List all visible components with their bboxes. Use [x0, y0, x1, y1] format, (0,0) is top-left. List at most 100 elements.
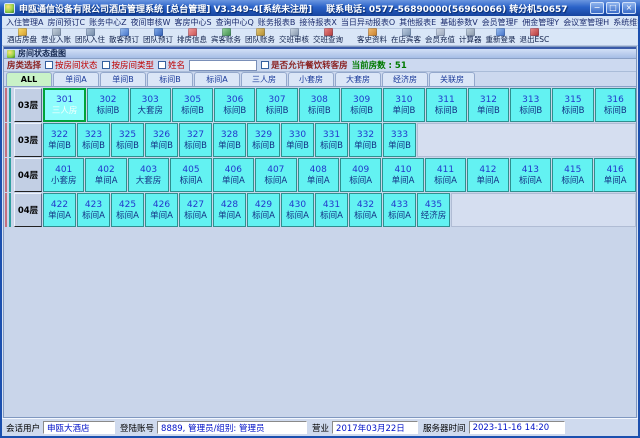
room-cell-407[interactable]: 407标间A: [255, 158, 296, 192]
tab-单间A[interactable]: 单间A: [53, 72, 99, 86]
room-assign-button[interactable]: 排房信息: [176, 28, 208, 44]
floor-label-4[interactable]: 04层: [14, 193, 42, 227]
hotel-rooms-board-button[interactable]: 酒店房盘: [6, 28, 38, 44]
room-cell-310[interactable]: 310单间B: [383, 88, 424, 122]
calculator-button[interactable]: 计算器: [458, 28, 483, 44]
allow-transfer-checkbox-group[interactable]: 是否允许餐饮转客房: [261, 59, 348, 71]
tab-三人房[interactable]: 三人房: [241, 72, 287, 86]
room-cell-412[interactable]: 412单间A: [467, 158, 508, 192]
allow-transfer-checkbox[interactable]: [261, 61, 269, 69]
business-income-button[interactable]: 营业入账: [40, 28, 72, 44]
inhouse-guest-button[interactable]: 在店宾客: [390, 28, 422, 44]
room-cell-309[interactable]: 309标间B: [341, 88, 382, 122]
room-cell-430[interactable]: 430标间A: [281, 193, 314, 227]
floor-label-3[interactable]: 04层: [14, 158, 42, 192]
menu-item-1[interactable]: 入住管理A: [4, 17, 45, 28]
menu-item-7[interactable]: 账务报表B: [256, 17, 298, 28]
room-cell-311[interactable]: 311标间B: [426, 88, 467, 122]
tab-单间B[interactable]: 单间B: [100, 72, 146, 86]
menu-item-13[interactable]: 佣金管理Y: [520, 17, 561, 28]
member-recharge-button[interactable]: 会员充值: [424, 28, 456, 44]
group-billing-button[interactable]: 团队账务: [244, 28, 276, 44]
room-cell-316[interactable]: 316标间B: [595, 88, 636, 122]
shift-audit-button[interactable]: 交班审核: [278, 28, 310, 44]
room-cell-426[interactable]: 426单间A: [145, 193, 178, 227]
room-cell-427[interactable]: 427标间A: [179, 193, 212, 227]
exit-button[interactable]: 退出ESC: [519, 28, 551, 44]
relogin-button[interactable]: 重新登录: [485, 28, 517, 44]
room-cell-402[interactable]: 402单间A: [85, 158, 126, 192]
room-cell-423[interactable]: 423标间A: [77, 193, 110, 227]
room-cell-333[interactable]: 333单间B: [383, 123, 416, 157]
menu-item-9[interactable]: 当日异动报表O: [339, 17, 397, 28]
menu-item-11[interactable]: 基础参数V: [438, 17, 479, 28]
room-cell-411[interactable]: 411标间A: [425, 158, 466, 192]
room-cell-415[interactable]: 415标间A: [552, 158, 593, 192]
room-cell-405[interactable]: 405标间A: [170, 158, 211, 192]
by-status-checkbox-group[interactable]: 按房间状态: [45, 59, 98, 71]
maximize-button[interactable]: □: [606, 2, 620, 14]
room-cell-326[interactable]: 326单间B: [145, 123, 178, 157]
tab-标间B[interactable]: 标间B: [147, 72, 193, 86]
room-cell-329[interactable]: 329标间B: [247, 123, 280, 157]
room-cell-307[interactable]: 307标间B: [256, 88, 297, 122]
menu-item-5[interactable]: 客房中心S: [172, 17, 213, 28]
tab-大套房[interactable]: 大套房: [335, 72, 381, 86]
room-cell-422[interactable]: 422单间A: [43, 193, 76, 227]
room-cell-330[interactable]: 330单间B: [281, 123, 314, 157]
room-cell-435[interactable]: 435经济房: [417, 193, 450, 227]
guest-history-button[interactable]: 客史资料: [356, 28, 388, 44]
room-cell-409[interactable]: 409标间A: [340, 158, 381, 192]
by-status-checkbox[interactable]: [45, 61, 53, 69]
minimize-button[interactable]: −: [590, 2, 604, 14]
room-cell-431[interactable]: 431标间A: [315, 193, 348, 227]
by-type-checkbox[interactable]: [102, 61, 110, 69]
room-cell-406[interactable]: 406单间A: [213, 158, 254, 192]
by-name-checkbox[interactable]: [158, 61, 166, 69]
room-cell-403[interactable]: 403大套房: [128, 158, 169, 192]
walkin-booking-button[interactable]: 散客预订: [108, 28, 140, 44]
tab-标间A[interactable]: 标间A: [194, 72, 240, 86]
menu-item-10[interactable]: 其他报表E: [397, 17, 438, 28]
tab-小套房[interactable]: 小套房: [288, 72, 334, 86]
room-cell-328[interactable]: 328单间B: [213, 123, 246, 157]
room-cell-306[interactable]: 306标间B: [214, 88, 255, 122]
tab-关联房[interactable]: 关联房: [429, 72, 475, 86]
room-cell-425[interactable]: 425标间A: [111, 193, 144, 227]
guest-name-input[interactable]: [189, 60, 257, 71]
tab-经济房[interactable]: 经济房: [382, 72, 428, 86]
by-name-checkbox-group[interactable]: 姓名: [158, 59, 185, 71]
room-cell-410[interactable]: 410单间A: [382, 158, 423, 192]
by-type-checkbox-group[interactable]: 按房间类型: [102, 59, 155, 71]
room-cell-433[interactable]: 433标间A: [383, 193, 416, 227]
room-cell-312[interactable]: 312单间B: [468, 88, 509, 122]
room-cell-416[interactable]: 416单间A: [594, 158, 635, 192]
group-booking-button[interactable]: 团队预订: [142, 28, 174, 44]
group-checkin-button[interactable]: 团队入住: [74, 28, 106, 44]
room-cell-308[interactable]: 308标间B: [299, 88, 340, 122]
floor-label-2[interactable]: 03层: [14, 123, 42, 157]
room-cell-432[interactable]: 432标间A: [349, 193, 382, 227]
menu-item-3[interactable]: 账务中心Z: [87, 17, 128, 28]
menu-item-8[interactable]: 接待报表X: [297, 17, 338, 28]
room-cell-332[interactable]: 332单间B: [349, 123, 382, 157]
floor-label-1[interactable]: 03层: [14, 88, 42, 122]
room-cell-401[interactable]: 401小套房: [43, 158, 84, 192]
room-cell-325[interactable]: 325标间B: [111, 123, 144, 157]
room-cell-327[interactable]: 327标间B: [179, 123, 212, 157]
tab-ALL[interactable]: ALL: [6, 72, 52, 86]
guest-billing-button[interactable]: 宾客账务: [210, 28, 242, 44]
room-cell-305[interactable]: 305标间B: [172, 88, 213, 122]
menu-item-2[interactable]: 房间预订C: [45, 17, 87, 28]
room-cell-429[interactable]: 429标间A: [247, 193, 280, 227]
room-cell-315[interactable]: 315标间B: [552, 88, 593, 122]
room-cell-313[interactable]: 313标间B: [510, 88, 551, 122]
menu-item-4[interactable]: 夜间审核W: [129, 17, 173, 28]
room-cell-303[interactable]: 303大套房: [130, 88, 171, 122]
menu-item-12[interactable]: 会员管理F: [480, 17, 521, 28]
menu-item-14[interactable]: 会议室管理H: [561, 17, 611, 28]
room-cell-302[interactable]: 302标间B: [87, 88, 128, 122]
menu-item-15[interactable]: 系统维护B: [611, 17, 638, 28]
room-cell-408[interactable]: 408单间A: [298, 158, 339, 192]
close-button[interactable]: ×: [622, 2, 636, 14]
